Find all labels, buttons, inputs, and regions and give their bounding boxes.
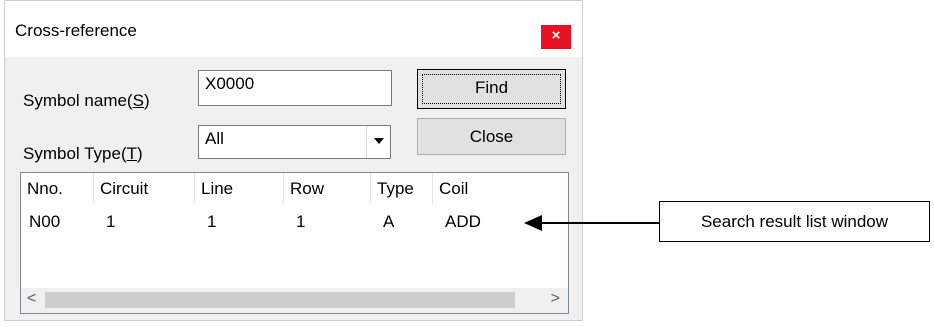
column-header-nno[interactable]: Nno.: [21, 173, 94, 204]
search-result-list[interactable]: Nno. Circuit Line Row Type Coil N00 1 1 …: [20, 172, 569, 314]
annotation-callout: Search result list window: [659, 201, 930, 242]
find-button[interactable]: Find: [417, 69, 566, 109]
table-row[interactable]: N00 1 1 1 A ADD: [21, 208, 568, 236]
scroll-thumb[interactable]: [45, 292, 515, 308]
chevron-down-icon: [374, 138, 384, 144]
cell-row: 1: [296, 212, 306, 231]
scroll-left-icon[interactable]: <: [27, 290, 36, 308]
annotation-arrow: [524, 215, 660, 231]
cell-line: 1: [207, 212, 217, 231]
cell-circuit: 1: [106, 212, 116, 231]
symbol-type-select[interactable]: All: [198, 125, 391, 159]
column-header-type[interactable]: Type: [371, 173, 433, 204]
cross-reference-dialog: Cross-reference × Symbol name(S) X0000 F…: [4, 0, 583, 321]
list-header: Nno. Circuit Line Row Type Coil: [21, 173, 568, 204]
close-icon[interactable]: ×: [541, 25, 571, 49]
dialog-title: Cross-reference: [15, 21, 137, 40]
close-button[interactable]: Close: [417, 118, 566, 155]
symbol-type-label: Symbol Type(T): [23, 144, 143, 163]
symbol-name-input[interactable]: X0000: [198, 70, 392, 106]
focus-rectangle: [422, 74, 561, 104]
column-header-circuit[interactable]: Circuit: [94, 173, 195, 204]
cell-nno: N00: [29, 212, 61, 231]
dropdown-button[interactable]: [366, 126, 390, 158]
symbol-name-label: Symbol name(S): [23, 91, 150, 110]
cell-coil: ADD: [445, 212, 481, 231]
cell-type: A: [383, 212, 395, 231]
scroll-right-icon[interactable]: >: [551, 290, 560, 308]
horizontal-scrollbar[interactable]: < >: [21, 288, 568, 313]
column-header-coil[interactable]: Coil: [433, 173, 568, 204]
column-header-row[interactable]: Row: [284, 173, 371, 204]
column-header-line[interactable]: Line: [195, 173, 284, 204]
title-bar[interactable]: Cross-reference ×: [5, 1, 582, 57]
symbol-type-value: All: [205, 129, 224, 148]
